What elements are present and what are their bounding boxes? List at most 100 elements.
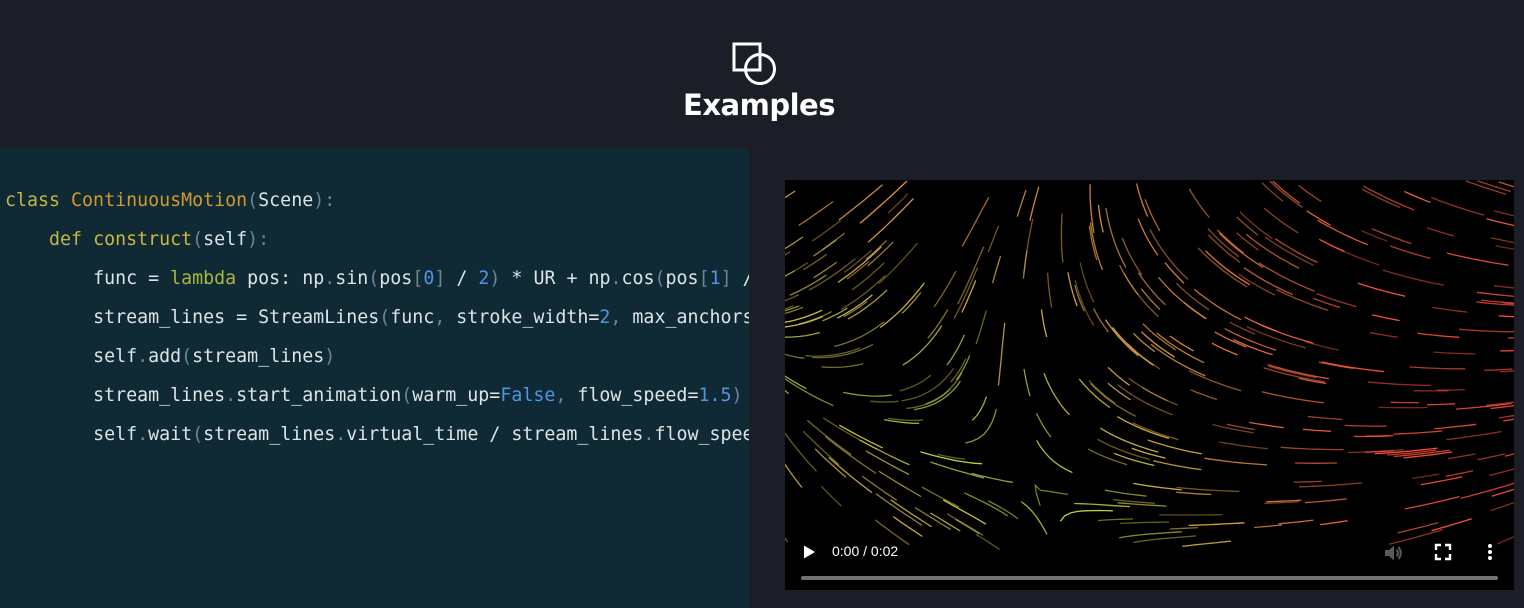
- stream-line: [1105, 490, 1147, 496]
- stream-line: [1372, 229, 1411, 244]
- stream-line: [785, 358, 806, 389]
- stream-line: [1305, 499, 1347, 503]
- stream-line: [866, 241, 887, 260]
- stream-line: [1409, 367, 1465, 369]
- stream-line: [1124, 273, 1159, 317]
- stream-line: [852, 263, 884, 290]
- stream-line: [1177, 487, 1240, 491]
- stream-line: [1499, 411, 1514, 418]
- stream-line: [1262, 183, 1283, 202]
- stream-line: [1393, 431, 1442, 434]
- progress-bar[interactable]: [801, 576, 1498, 580]
- stream-line: [1191, 390, 1217, 400]
- stream-line: [1299, 185, 1322, 201]
- time-display: 0:00 / 0:02: [832, 543, 898, 559]
- volume-icon[interactable]: [1382, 542, 1404, 564]
- stream-line: [902, 293, 921, 314]
- fullscreen-icon[interactable]: [1433, 542, 1453, 562]
- stream-line: [839, 185, 883, 220]
- code-line: self.add(stream_lines): [5, 337, 749, 376]
- stream-line: [1487, 219, 1514, 229]
- stream-line: [1307, 211, 1331, 225]
- code-line: def construct(self):: [5, 220, 749, 259]
- stream-line: [1459, 329, 1514, 332]
- stream-line: [1259, 263, 1315, 292]
- stream-line: [1205, 458, 1268, 465]
- stream-line: [1017, 190, 1026, 217]
- stream-line: [962, 197, 989, 246]
- stream-line: [1447, 253, 1509, 265]
- stream-line: [1080, 263, 1094, 303]
- stream-line: [785, 459, 802, 487]
- stream-line: [902, 369, 954, 401]
- stream-line: [785, 237, 803, 266]
- stream-line: [1120, 265, 1138, 295]
- stream-line: [1427, 404, 1455, 405]
- stream-line: [1030, 187, 1039, 221]
- stream-line: [785, 252, 790, 266]
- stream-line: [1037, 413, 1052, 437]
- stream-line: [1075, 280, 1094, 325]
- stream-line: [1035, 485, 1068, 505]
- stream-line: [1404, 192, 1430, 203]
- stream-line: [821, 486, 841, 506]
- stream-line: [1361, 231, 1387, 242]
- stream-line: [998, 323, 1004, 386]
- stream-line: [954, 268, 977, 319]
- stream-line: [1417, 333, 1459, 337]
- stream-line: [1153, 461, 1201, 470]
- code-line: func = lambda pos: np.sin(pos[0] / 2) * …: [5, 259, 749, 298]
- code-content: class ContinuousMotion(Scene): def const…: [5, 181, 749, 454]
- stream-line: [868, 199, 913, 243]
- stream-line: [930, 462, 984, 478]
- stream-line: [958, 247, 984, 305]
- stream-line: [1206, 251, 1250, 285]
- stream-line: [1176, 492, 1211, 494]
- stream-line: [937, 454, 965, 459]
- stream-line: [1273, 181, 1300, 203]
- stream-line: [1244, 268, 1293, 295]
- stream-line: [1024, 369, 1030, 396]
- stream-line: [1265, 237, 1313, 265]
- stream-line: [988, 226, 998, 252]
- stream-line: [928, 310, 948, 339]
- stream-line: [1499, 316, 1514, 317]
- code-block: class ContinuousMotion(Scene): def const…: [0, 148, 749, 608]
- stream-line: [1368, 382, 1431, 385]
- stream-line: [785, 375, 833, 406]
- stream-line: [803, 431, 839, 464]
- stream-line: [1478, 454, 1505, 460]
- stream-line: [1372, 315, 1399, 321]
- stream-line: [839, 425, 882, 448]
- stream-line: [1074, 504, 1130, 507]
- video-controls: 0:00 / 0:02: [785, 520, 1514, 590]
- stream-line: [988, 501, 1018, 519]
- stream-line: [1041, 310, 1046, 338]
- stream-line: [925, 373, 962, 404]
- more-vert-icon[interactable]: [1480, 542, 1500, 562]
- shapes-icon: [732, 42, 778, 88]
- stream-line: [803, 254, 826, 269]
- code-line: class ContinuousMotion(Scene):: [5, 181, 749, 220]
- page-title: Examples: [0, 88, 1518, 122]
- stream-line: [1240, 212, 1272, 239]
- stream-line: [1434, 424, 1476, 428]
- stream-line: [1091, 223, 1103, 270]
- stream-line: [799, 202, 834, 226]
- stream-line: [1089, 381, 1115, 404]
- stream-line: [1215, 332, 1247, 347]
- stream-line: [976, 311, 986, 345]
- stream-line: [1363, 186, 1414, 210]
- stream-line: [1365, 451, 1393, 453]
- stream-line: [785, 333, 820, 338]
- stream-line: [843, 392, 892, 396]
- stream-line: [1245, 317, 1277, 331]
- stream-line: [1318, 220, 1368, 245]
- stream-line: [1106, 208, 1126, 268]
- play-icon[interactable]: [801, 544, 817, 560]
- stream-line: [1485, 369, 1513, 370]
- video-player[interactable]: 0:00 / 0:02: [785, 180, 1514, 590]
- stream-line: [848, 290, 887, 319]
- stream-line: [1491, 499, 1514, 511]
- stream-line: [785, 263, 808, 291]
